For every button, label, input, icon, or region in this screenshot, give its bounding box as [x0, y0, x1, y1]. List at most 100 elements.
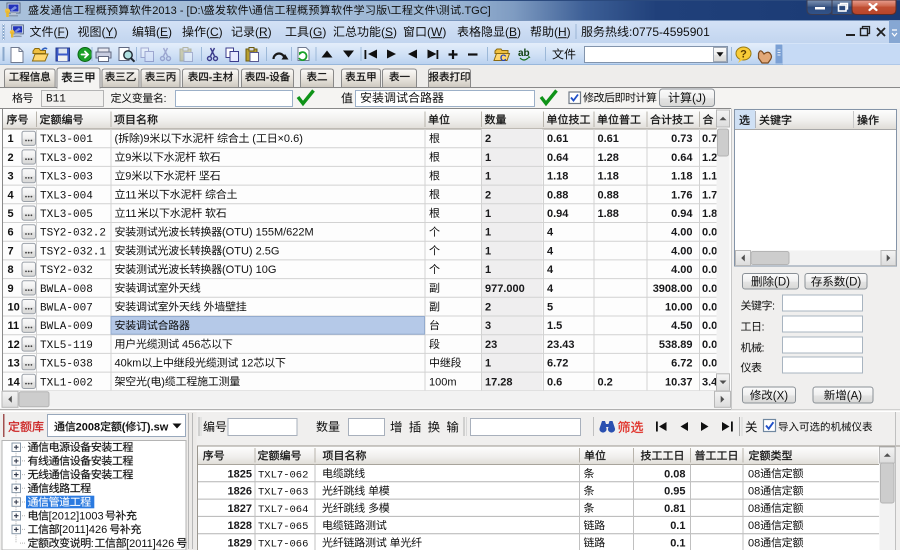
svg-text:2013 - [D:\: 2013 - [D:\ [152, 5, 204, 17]
svg-text:TXL7-066: TXL7-066 [258, 539, 308, 550]
svg-text:1.88: 1.88 [598, 208, 619, 220]
svg-text:0.64: 0.64 [671, 152, 693, 164]
svg-text:40km: 40km [115, 358, 142, 370]
svg-text:7: 7 [8, 245, 14, 257]
svg-text:23: 23 [485, 339, 497, 351]
svg-text:.TGC]: .TGC] [461, 5, 490, 17]
svg-text:14: 14 [8, 376, 21, 388]
svg-text:17.28: 17.28 [485, 376, 513, 388]
svg-text:(H): (H) [554, 25, 571, 39]
svg-text:1826: 1826 [228, 486, 252, 498]
svg-text:9: 9 [125, 152, 131, 164]
svg-text:(D): (D) [774, 277, 790, 289]
svg-text::: : [762, 343, 765, 355]
svg-text:[2012]1003: [2012]1003 [49, 511, 104, 523]
svg-text:10.37: 10.37 [665, 376, 693, 388]
svg-text:×0.6): ×0.6) [278, 133, 303, 145]
svg-text:(J): (J) [692, 91, 706, 105]
svg-text:1: 1 [8, 133, 14, 145]
svg-text:0.1: 0.1 [670, 538, 685, 550]
svg-text:TXL5-038: TXL5-038 [40, 359, 93, 371]
svg-text:0.0: 0.0 [702, 227, 717, 239]
svg-text:10.00: 10.00 [665, 302, 693, 314]
svg-text:6.72: 6.72 [547, 358, 568, 370]
svg-text:08: 08 [748, 503, 760, 515]
svg-text:0.0: 0.0 [702, 264, 717, 276]
svg-text:0.95: 0.95 [664, 486, 685, 498]
svg-text:(E): (E) [156, 25, 172, 39]
svg-text:(Y): (Y) [102, 25, 118, 39]
svg-text:0.1: 0.1 [670, 520, 685, 532]
svg-text:08: 08 [748, 520, 760, 532]
svg-text:0.0: 0.0 [702, 320, 717, 332]
svg-text:538.89: 538.89 [659, 339, 693, 351]
svg-text:1.8: 1.8 [702, 208, 717, 220]
svg-text:4: 4 [547, 227, 554, 239]
svg-text:10: 10 [8, 302, 20, 314]
svg-text:4: 4 [547, 264, 554, 276]
svg-text:?: ? [740, 49, 747, 61]
svg-text:(S): (S) [381, 25, 397, 39]
svg-text:B11: B11 [46, 94, 66, 106]
svg-text:(A): (A) [847, 390, 863, 402]
svg-text::: : [164, 93, 167, 105]
svg-text:0.73: 0.73 [671, 133, 692, 145]
svg-text:TXL3-003: TXL3-003 [40, 172, 93, 184]
svg-text:TXL3-002: TXL3-002 [40, 153, 93, 165]
svg-text:12: 12 [238, 358, 253, 370]
svg-text:8: 8 [8, 264, 14, 276]
svg-text:TXL7-062: TXL7-062 [258, 469, 308, 481]
svg-text:2: 2 [485, 189, 491, 201]
svg-text:0.0: 0.0 [702, 339, 717, 351]
svg-text:1: 1 [485, 358, 491, 370]
svg-text:4: 4 [547, 245, 554, 257]
svg-text:(: ( [147, 376, 151, 388]
svg-text:0.2: 0.2 [598, 376, 613, 388]
svg-text:1: 1 [485, 264, 491, 276]
svg-text:2: 2 [485, 302, 491, 314]
svg-text:0.88: 0.88 [598, 189, 619, 201]
svg-text:(C): (C) [206, 25, 223, 39]
svg-text:3: 3 [8, 171, 14, 183]
svg-text:1.76: 1.76 [671, 189, 692, 201]
svg-text:1: 1 [485, 171, 491, 183]
svg-text:(G): (G) [309, 25, 326, 39]
svg-text::: : [762, 322, 765, 334]
svg-text:TSY2-032.1: TSY2-032.1 [40, 246, 106, 258]
svg-text:0.94: 0.94 [547, 208, 569, 220]
svg-text:-: - [209, 72, 213, 84]
svg-text:1827: 1827 [228, 503, 252, 515]
svg-text:1: 1 [485, 227, 491, 239]
svg-text:TXL7-064: TXL7-064 [258, 504, 308, 516]
svg-text:1.2: 1.2 [702, 152, 717, 164]
svg-text:6.72: 6.72 [671, 358, 692, 370]
svg-text:2008: 2008 [76, 422, 100, 434]
svg-text:BWLA-007: BWLA-007 [40, 303, 93, 315]
svg-text:(OTU) 2.5G: (OTU) 2.5G [222, 245, 279, 257]
svg-text:TXL5-119: TXL5-119 [40, 340, 93, 352]
svg-text:TSY2-032.2: TSY2-032.2 [40, 228, 106, 240]
svg-text::0775-4595901: :0775-4595901 [629, 25, 710, 39]
svg-text:456: 456 [179, 339, 200, 351]
svg-text:(OTU) 155M/622M: (OTU) 155M/622M [222, 227, 314, 239]
svg-text:(: ( [249, 133, 256, 145]
svg-text:9: 9 [8, 283, 14, 295]
svg-text:).sw: ).sw [147, 422, 169, 434]
svg-text:)9: )9 [140, 133, 150, 145]
svg-text::: : [91, 538, 94, 550]
svg-text:0.08: 0.08 [664, 468, 685, 480]
svg-text:0.61: 0.61 [547, 133, 568, 145]
svg-text:977.000: 977.000 [485, 283, 525, 295]
svg-text:[2011]426: [2011]426 [59, 524, 107, 536]
svg-text:3908.00: 3908.00 [653, 283, 693, 295]
svg-text:(: ( [115, 133, 119, 145]
svg-text:1: 1 [485, 245, 491, 257]
svg-text:[2011]426: [2011]426 [126, 538, 174, 550]
svg-text:3: 3 [485, 320, 491, 332]
svg-text:TXL7-065: TXL7-065 [258, 521, 308, 533]
svg-text:BWLA-009: BWLA-009 [40, 321, 93, 333]
svg-text:0.88: 0.88 [547, 189, 568, 201]
svg-text:-: - [266, 72, 270, 84]
svg-text:9: 9 [125, 171, 131, 183]
svg-text:100m: 100m [429, 376, 457, 388]
